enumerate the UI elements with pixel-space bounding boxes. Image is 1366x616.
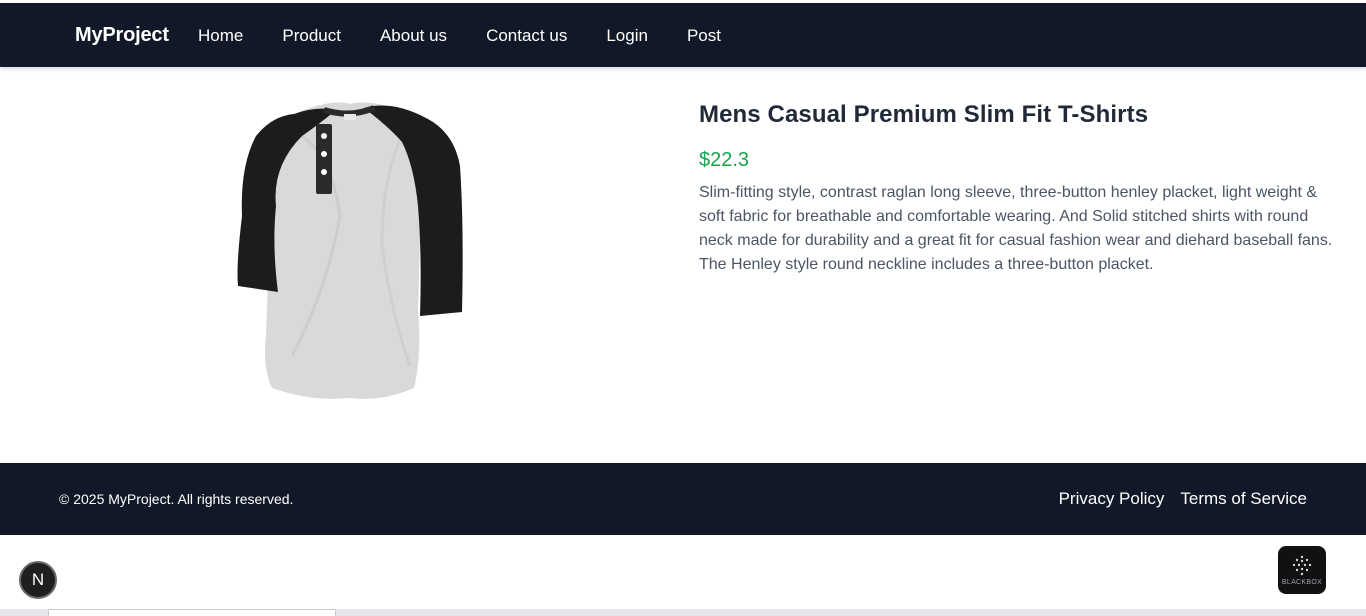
nav-link-contact-us[interactable]: Contact us [486, 27, 567, 45]
nav-link-home[interactable]: Home [198, 27, 243, 45]
blackbox-label: BLACKBOX [1281, 578, 1323, 586]
footer: © 2025 MyProject. All rights reserved. P… [0, 463, 1366, 535]
brand-logo-link[interactable]: MyProject [75, 24, 169, 47]
product-price: $22.3 [699, 149, 750, 171]
nav-link-product[interactable]: Product [282, 27, 341, 45]
top-navbar: MyProject Home Product About us Contact … [0, 3, 1366, 67]
footer-copyright: © 2025 MyProject. All rights reserved. [59, 491, 294, 507]
privacy-policy-link[interactable]: Privacy Policy [1059, 489, 1165, 509]
nav-link-login[interactable]: Login [606, 27, 648, 45]
product-details: Mens Casual Premium Slim Fit T-Shirts $2… [699, 101, 1339, 277]
blackbox-widget-button[interactable]: BLACKBOX [1278, 546, 1326, 594]
blackbox-grid-icon [1292, 555, 1312, 575]
nav-link-about-us[interactable]: About us [380, 27, 447, 45]
footer-links: Privacy Policy Terms of Service [1043, 489, 1307, 509]
nextjs-dev-indicator-button[interactable]: N [19, 561, 57, 599]
nav-link-post[interactable]: Post [687, 27, 721, 45]
nav-links: Home Product About us Contact us Login P… [198, 27, 721, 45]
henley-shirt-image [237, 102, 463, 399]
page: MyProject Home Product About us Contact … [0, 0, 1366, 616]
product-description: Slim-fitting style, contrast raglan long… [699, 184, 1333, 273]
product-image [232, 96, 468, 402]
product-title: Mens Casual Premium Slim Fit T-Shirts [699, 101, 1149, 128]
bottom-edge-tab [48, 609, 336, 616]
terms-of-service-link[interactable]: Terms of Service [1180, 489, 1307, 509]
